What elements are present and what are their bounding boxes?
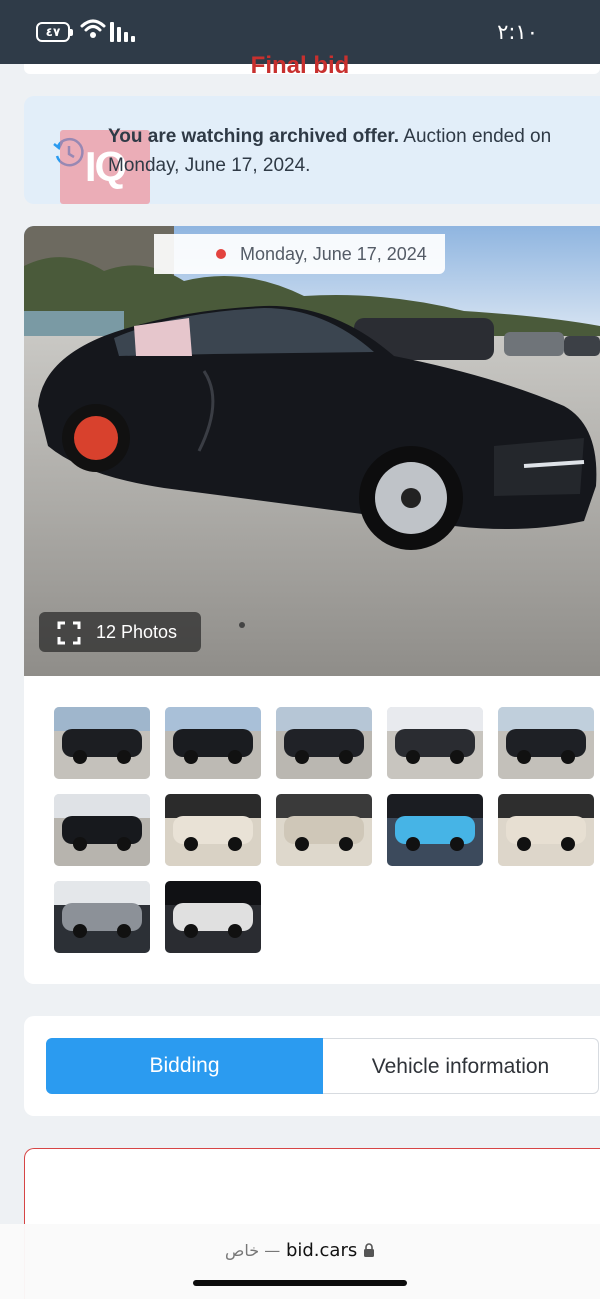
lock-icon (363, 1243, 374, 1257)
photo-gallery-card: Monday, June 17, 2024 12 Photos (24, 226, 600, 984)
tab-bidding[interactable]: Bidding (46, 1038, 323, 1094)
tab-vehicle-information[interactable]: Vehicle information (323, 1038, 599, 1094)
thumbnail-4[interactable] (387, 707, 483, 779)
url-display[interactable]: خاص — bid.cars (0, 1240, 600, 1261)
battery-icon: ٤٧ (36, 22, 73, 42)
thumbnail-2[interactable] (165, 707, 261, 779)
thumbnail-5[interactable] (498, 707, 594, 779)
signal-icon (110, 22, 135, 42)
thumbnail-8[interactable] (276, 794, 372, 866)
tabs-card: Bidding Vehicle information (24, 1016, 600, 1116)
thumbnail-10[interactable] (498, 794, 594, 866)
private-label: خاص — (225, 1241, 281, 1260)
home-indicator[interactable] (193, 1280, 407, 1286)
thumbnail-11[interactable] (54, 881, 150, 953)
auction-date: Monday, June 17, 2024 (240, 244, 427, 264)
domain: bid.cars (285, 1240, 358, 1261)
thumbnail-12[interactable] (165, 881, 261, 953)
final-bid-title: Final bid (250, 52, 350, 79)
thumbnail-1[interactable] (54, 707, 150, 779)
photos-count-button[interactable]: 12 Photos (39, 612, 201, 652)
main-car-photo[interactable] (24, 226, 600, 676)
photos-count-label: 12 Photos (96, 622, 178, 642)
status-dot (216, 249, 226, 259)
browser-url-bar[interactable]: خاص — bid.cars (0, 1224, 600, 1299)
thumbnail-9[interactable] (387, 794, 483, 866)
thumbnail-3[interactable] (276, 707, 372, 779)
fullscreen-icon (57, 621, 81, 645)
thumbnail-6[interactable] (54, 794, 150, 866)
archived-notice: IQ You are watching archived offer. Auct… (24, 96, 600, 204)
notice-bold: You are watching archived offer. (108, 126, 400, 147)
notice-text: You are watching archived offer. Auction… (108, 122, 578, 180)
thumbnail-7[interactable] (165, 794, 261, 866)
wifi-icon (80, 19, 106, 38)
clock: ٢:١٠ (497, 20, 538, 44)
auction-date-pill: Monday, June 17, 2024 (154, 234, 445, 274)
